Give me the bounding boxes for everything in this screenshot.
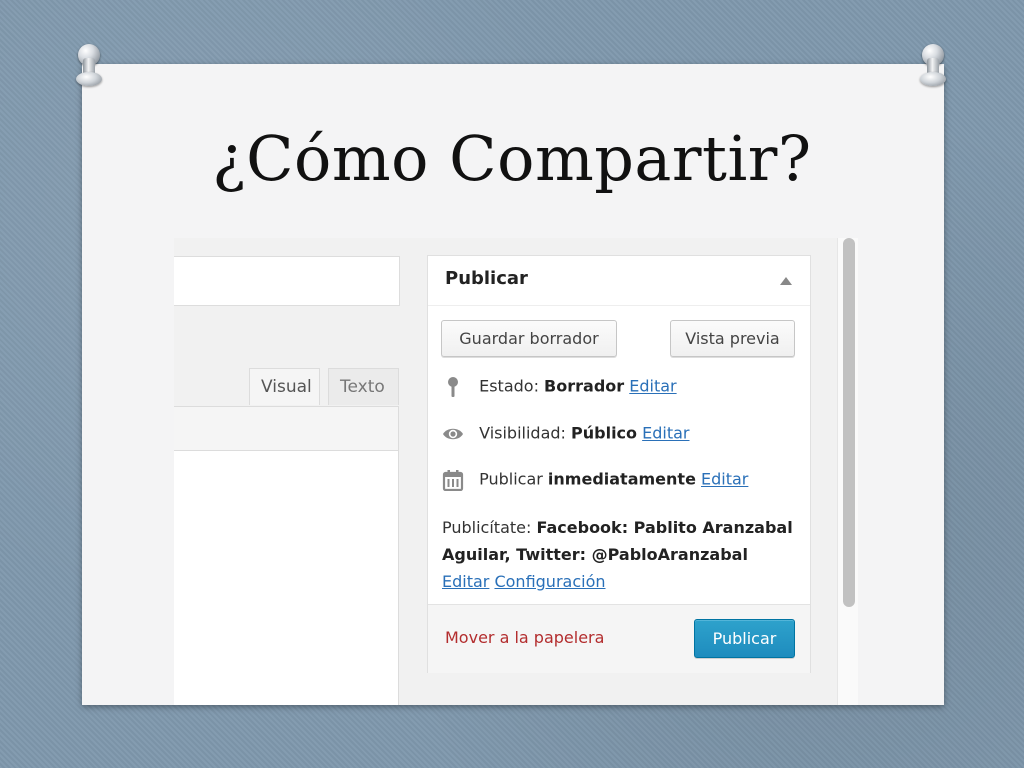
status-row: Estado: Borrador Editar	[442, 376, 677, 398]
visibility-row: Visibilidad: Público Editar	[442, 423, 690, 445]
share-edit-link[interactable]: Editar	[442, 572, 489, 591]
wordpress-screenshot: Visual Texto Publicar Guardar borrador V…	[174, 238, 858, 705]
schedule-edit-link[interactable]: Editar	[701, 470, 748, 489]
pushpin-icon	[74, 44, 104, 88]
share-facebook: Facebook: Pablito Aranzabal	[536, 518, 793, 537]
pin-icon	[442, 376, 464, 398]
publish-button[interactable]: Publicar	[694, 619, 795, 658]
visibility-value: Público	[571, 423, 638, 443]
tab-text[interactable]: Texto	[328, 368, 399, 405]
publish-box-header[interactable]: Publicar	[428, 256, 810, 306]
calendar-icon	[442, 469, 464, 492]
slide-title: ¿Cómo Compartir?	[212, 122, 812, 195]
share-settings: Publicítate: Facebook: Pablito Aranzabal…	[442, 514, 802, 595]
schedule-value: inmediatamente	[547, 469, 696, 489]
tab-visual[interactable]: Visual	[249, 368, 320, 405]
status-label: Estado:	[479, 376, 539, 396]
move-to-trash-link[interactable]: Mover a la papelera	[445, 628, 604, 647]
editor-toolbar	[174, 406, 399, 451]
publish-box: Publicar Guardar borrador Vista previa E…	[427, 255, 811, 673]
eye-icon	[442, 423, 464, 445]
post-title-input[interactable]	[174, 256, 400, 306]
visibility-label: Visibilidad:	[479, 423, 566, 443]
publish-box-title: Publicar	[445, 268, 528, 289]
editor-content-area[interactable]	[174, 451, 399, 705]
share-label: Publicítate:	[442, 518, 532, 537]
visibility-edit-link[interactable]: Editar	[642, 424, 689, 443]
share-twitter: Aguilar, Twitter: @PabloAranzabal	[442, 545, 748, 564]
preview-button[interactable]: Vista previa	[670, 320, 795, 357]
schedule-label: Publicar	[479, 469, 543, 489]
status-value: Borrador	[544, 376, 625, 396]
share-settings-link[interactable]: Configuración	[494, 572, 605, 591]
status-edit-link[interactable]: Editar	[629, 377, 676, 396]
triangle-up-icon[interactable]	[780, 277, 792, 285]
scrollbar-thumb[interactable]	[843, 238, 855, 607]
save-draft-button[interactable]: Guardar borrador	[441, 320, 617, 357]
scrollbar[interactable]	[837, 238, 858, 705]
publish-box-footer: Mover a la papelera Publicar	[428, 604, 810, 673]
schedule-row: Publicar inmediatamente Editar	[442, 469, 748, 492]
pushpin-icon	[918, 44, 948, 88]
